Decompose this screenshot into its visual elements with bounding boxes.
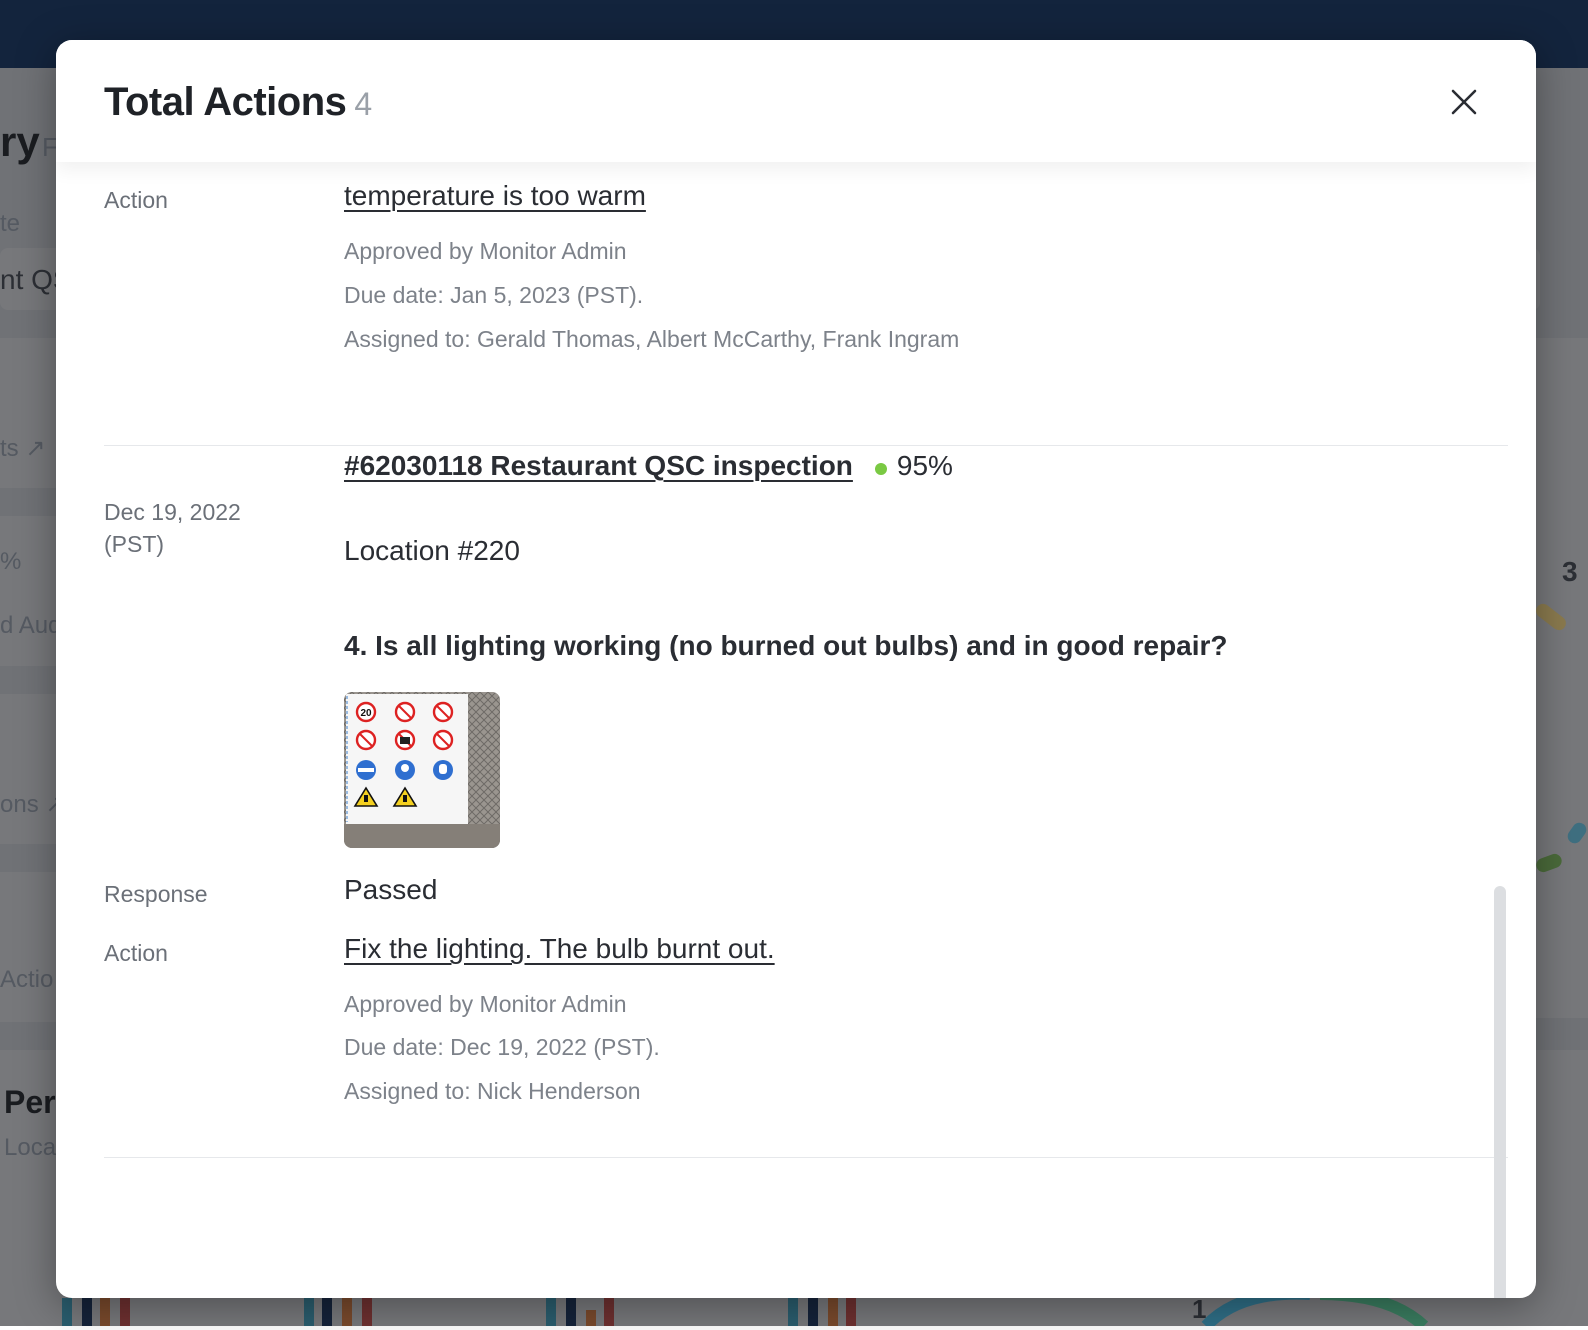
response-value: Passed — [344, 874, 438, 905]
close-icon — [1451, 89, 1477, 115]
bg-bar — [82, 1298, 92, 1326]
location-text: Location #220 — [344, 535, 520, 566]
entry-divider — [104, 1157, 1508, 1158]
bg-bar — [846, 1298, 856, 1326]
approved-by-text: Approved by Monitor Admin — [344, 991, 627, 1017]
svg-text:20: 20 — [360, 708, 372, 719]
inspection-score: 95% — [896, 450, 953, 481]
question-text: 4. Is all lighting working (no burned ou… — [344, 630, 1228, 661]
scrollbar-thumb[interactable] — [1494, 886, 1506, 1298]
inspection-link[interactable]: #62030118 Restaurant QSC inspection — [344, 450, 853, 481]
bg-bar — [828, 1298, 838, 1326]
action-link[interactable]: temperature is too warm — [344, 180, 646, 212]
action-label: Action — [104, 187, 168, 213]
bg-bar — [322, 1298, 332, 1326]
bg-bar — [808, 1298, 818, 1326]
bg-bar — [566, 1298, 576, 1326]
approved-by-text: Approved by Monitor Admin — [344, 238, 627, 264]
bg-bar — [586, 1310, 596, 1326]
inspection-date: Dec 19, 2022 — [104, 499, 241, 525]
action-label: Action — [104, 940, 168, 966]
modal-header: Total Actions 4 — [56, 40, 1536, 162]
response-label: Response — [104, 881, 208, 907]
assigned-to-text: Assigned to: Nick Henderson — [344, 1078, 641, 1104]
bg-label: ts ↗ — [0, 435, 46, 462]
action-link[interactable]: Fix the lighting. The bulb burnt out. — [344, 933, 775, 965]
bg-bar — [100, 1298, 110, 1326]
bg-section-subtitle: Loca — [4, 1134, 57, 1161]
safety-signs-photo: 20 — [344, 692, 500, 848]
bg-label: Actio — [0, 966, 54, 993]
entry-divider — [104, 445, 1508, 446]
modal-scrollbar[interactable] — [1494, 886, 1506, 1298]
bg-section-title: Per — [4, 1084, 56, 1120]
modal-title-text: Total Actions — [104, 80, 347, 124]
question-photo[interactable]: 20 — [344, 692, 500, 848]
bg-bar — [788, 1298, 798, 1326]
due-date-text: Due date: Dec 19, 2022 (PST). — [344, 1034, 660, 1060]
bg-bar — [546, 1298, 556, 1326]
bg-label: d Aud — [0, 612, 62, 639]
assigned-to-text: Assigned to: Gerald Thomas, Albert McCar… — [344, 326, 960, 352]
total-actions-modal: Total Actions 4 Action temperature is too… — [56, 40, 1536, 1298]
bg-gauge-value: 3 — [1562, 556, 1578, 587]
action-count-badge: 4 — [354, 86, 372, 122]
due-date-text: Due date: Jan 5, 2023 (PST). — [344, 282, 644, 308]
score-status-dot — [874, 462, 887, 475]
bg-bar — [62, 1298, 72, 1326]
bg-bar — [120, 1298, 130, 1326]
inspection-header: #62030118 Restaurant QSC inspection 95% — [344, 450, 953, 482]
bg-page-title: ry — [0, 118, 40, 165]
bg-label: % — [0, 548, 22, 575]
inspection-timezone: (PST) — [104, 531, 165, 557]
modal-title: Total Actions 4 — [104, 80, 372, 125]
bg-label: te — [0, 210, 21, 237]
modal-body[interactable]: Action temperature is too warm Approved … — [56, 162, 1536, 1298]
bg-bar — [342, 1298, 352, 1326]
close-button[interactable] — [1440, 78, 1488, 126]
bg-bar — [604, 1298, 614, 1326]
bg-bar — [304, 1298, 314, 1326]
bg-bar — [362, 1298, 372, 1326]
